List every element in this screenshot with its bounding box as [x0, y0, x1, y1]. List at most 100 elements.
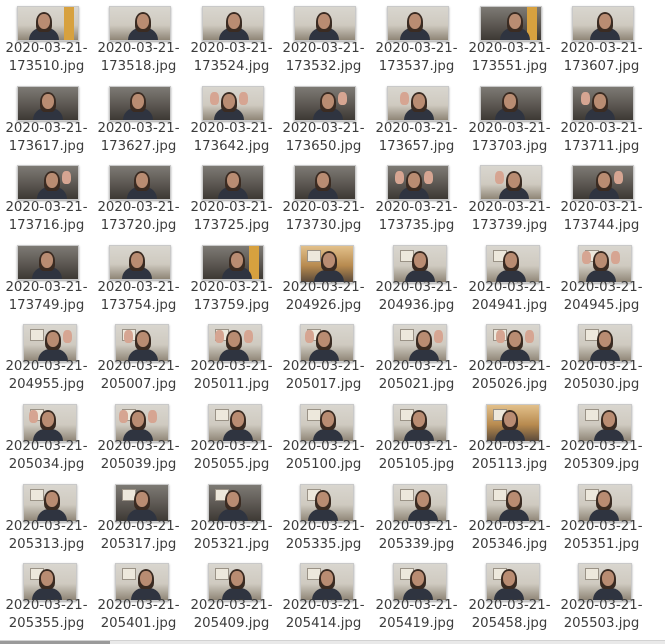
file-item[interactable]: 2020-03-21- 173617.jpg [0, 80, 93, 158]
file-item[interactable]: 2020-03-21- 173759.jpg [185, 239, 278, 317]
image-thumbnail[interactable] [578, 324, 632, 363]
file-item[interactable]: 2020-03-21- 205113.jpg [463, 398, 556, 476]
file-item[interactable]: 2020-03-21- 205034.jpg [0, 398, 93, 476]
file-item[interactable]: 2020-03-21- 205026.jpg [463, 318, 556, 396]
file-item[interactable]: 2020-03-21- 204945.jpg [555, 239, 648, 317]
image-thumbnail[interactable] [294, 6, 356, 41]
file-item[interactable]: 2020-03-21- 205309.jpg [555, 398, 648, 476]
file-item[interactable]: 2020-03-21- 204941.jpg [463, 239, 556, 317]
file-item[interactable]: 2020-03-21- 173730.jpg [277, 159, 370, 237]
image-thumbnail[interactable] [23, 563, 77, 602]
image-thumbnail[interactable] [115, 563, 169, 602]
image-thumbnail[interactable] [23, 483, 77, 522]
image-thumbnail[interactable] [23, 403, 77, 442]
horizontal-scrollbar[interactable] [0, 640, 665, 644]
image-thumbnail[interactable] [393, 483, 447, 522]
file-item[interactable]: 2020-03-21- 173627.jpg [92, 80, 185, 158]
file-item[interactable]: 2020-03-21- 173716.jpg [0, 159, 93, 237]
file-item[interactable]: 2020-03-21- 205017.jpg [277, 318, 370, 396]
image-thumbnail[interactable] [387, 165, 449, 201]
file-item[interactable]: 2020-03-21- 205419.jpg [370, 557, 463, 635]
file-item[interactable]: 2020-03-21- 205039.jpg [92, 398, 185, 476]
image-thumbnail[interactable] [387, 85, 449, 121]
image-thumbnail[interactable] [578, 483, 632, 522]
image-thumbnail[interactable] [208, 563, 262, 602]
file-item[interactable]: 2020-03-21- 205011.jpg [185, 318, 278, 396]
image-thumbnail[interactable] [300, 324, 354, 363]
image-thumbnail[interactable] [486, 483, 540, 522]
file-item[interactable]: 2020-03-21- 173703.jpg [463, 80, 556, 158]
image-thumbnail[interactable] [572, 85, 634, 121]
file-item[interactable]: 2020-03-21- 173735.jpg [370, 159, 463, 237]
image-thumbnail[interactable] [17, 244, 79, 280]
image-thumbnail[interactable] [300, 244, 354, 283]
file-item[interactable]: 2020-03-21- 173739.jpg [463, 159, 556, 237]
image-thumbnail[interactable] [23, 324, 77, 363]
image-thumbnail[interactable] [115, 324, 169, 363]
image-thumbnail[interactable] [393, 244, 447, 283]
image-thumbnail[interactable] [578, 563, 632, 602]
image-thumbnail[interactable] [486, 563, 540, 602]
image-thumbnail[interactable] [387, 6, 449, 41]
image-thumbnail[interactable] [109, 244, 171, 280]
file-item[interactable]: 2020-03-21- 205335.jpg [277, 478, 370, 556]
file-item[interactable]: 2020-03-21- 173518.jpg [92, 0, 185, 78]
file-item[interactable]: 2020-03-21- 173720.jpg [92, 159, 185, 237]
image-thumbnail[interactable] [208, 483, 262, 522]
image-thumbnail[interactable] [300, 403, 354, 442]
image-thumbnail[interactable] [393, 403, 447, 442]
image-thumbnail[interactable] [208, 324, 262, 363]
file-item[interactable]: 2020-03-21- 205414.jpg [277, 557, 370, 635]
image-thumbnail[interactable] [393, 563, 447, 602]
file-item[interactable]: 2020-03-21- 173744.jpg [555, 159, 648, 237]
image-thumbnail[interactable] [17, 85, 79, 121]
file-item[interactable]: 2020-03-21- 173650.jpg [277, 80, 370, 158]
image-thumbnail[interactable] [300, 483, 354, 522]
image-thumbnail[interactable] [294, 165, 356, 201]
file-item[interactable]: 2020-03-21- 205317.jpg [92, 478, 185, 556]
file-item[interactable]: 2020-03-21- 173754.jpg [92, 239, 185, 317]
image-thumbnail[interactable] [294, 85, 356, 121]
file-item[interactable]: 2020-03-21- 205351.jpg [555, 478, 648, 556]
image-thumbnail[interactable] [202, 244, 264, 280]
file-item[interactable]: 2020-03-21- 205503.jpg [555, 557, 648, 635]
file-item[interactable]: 2020-03-21- 173524.jpg [185, 0, 278, 78]
image-thumbnail[interactable] [115, 403, 169, 442]
file-item[interactable]: 2020-03-21- 204936.jpg [370, 239, 463, 317]
image-thumbnail[interactable] [486, 403, 540, 442]
file-item[interactable]: 2020-03-21- 205409.jpg [185, 557, 278, 635]
image-thumbnail[interactable] [480, 6, 542, 41]
file-item[interactable]: 2020-03-21- 173642.jpg [185, 80, 278, 158]
file-item[interactable]: 2020-03-21- 173607.jpg [555, 0, 648, 78]
image-thumbnail[interactable] [109, 85, 171, 121]
image-thumbnail[interactable] [109, 165, 171, 201]
image-thumbnail[interactable] [572, 6, 634, 41]
image-thumbnail[interactable] [572, 165, 634, 201]
file-item[interactable]: 2020-03-21- 205021.jpg [370, 318, 463, 396]
image-thumbnail[interactable] [578, 244, 632, 283]
file-item[interactable]: 2020-03-21- 205458.jpg [463, 557, 556, 635]
image-thumbnail[interactable] [486, 244, 540, 283]
image-thumbnail[interactable] [17, 6, 79, 41]
image-thumbnail[interactable] [393, 324, 447, 363]
image-thumbnail[interactable] [115, 483, 169, 522]
image-thumbnail[interactable] [202, 85, 264, 121]
file-item[interactable]: 2020-03-21- 173510.jpg [0, 0, 93, 78]
image-thumbnail[interactable] [300, 563, 354, 602]
image-thumbnail[interactable] [202, 6, 264, 41]
image-thumbnail[interactable] [17, 165, 79, 201]
image-thumbnail[interactable] [486, 324, 540, 363]
image-thumbnail[interactable] [208, 403, 262, 442]
file-item[interactable]: 2020-03-21- 205100.jpg [277, 398, 370, 476]
image-thumbnail[interactable] [109, 6, 171, 41]
image-thumbnail[interactable] [578, 403, 632, 442]
file-item[interactable]: 2020-03-21- 173725.jpg [185, 159, 278, 237]
file-item[interactable]: 2020-03-21- 204955.jpg [0, 318, 93, 396]
image-thumbnail[interactable] [480, 165, 542, 201]
file-item[interactable]: 2020-03-21- 205055.jpg [185, 398, 278, 476]
image-thumbnail[interactable] [480, 85, 542, 121]
file-item[interactable]: 2020-03-21- 173537.jpg [370, 0, 463, 78]
image-thumbnail[interactable] [202, 165, 264, 201]
file-item[interactable]: 2020-03-21- 205339.jpg [370, 478, 463, 556]
file-item[interactable]: 2020-03-21- 205355.jpg [0, 557, 93, 635]
